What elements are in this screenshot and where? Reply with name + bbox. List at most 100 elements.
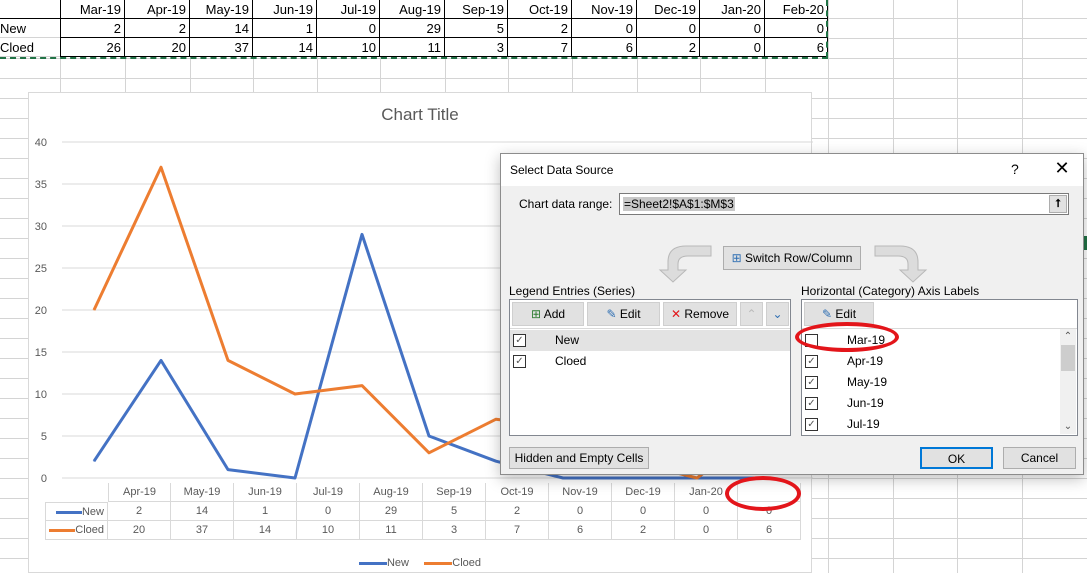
month-header-cell[interactable]: Jan-20 [700, 0, 765, 19]
table-value-cell: 0 [549, 502, 612, 521]
table-value-cell: 14 [234, 521, 297, 540]
cloed-value-cell[interactable]: 26 [60, 38, 125, 57]
data-point-new[interactable] [227, 469, 229, 471]
axis-labels-scrollbar[interactable]: ⌃ ⌄ [1060, 329, 1076, 434]
new-value-cell[interactable]: 0 [700, 19, 765, 38]
data-point-cloed[interactable] [93, 309, 95, 311]
cloed-value-cell[interactable]: 14 [253, 38, 317, 57]
month-header-cell[interactable]: Feb-20 [765, 0, 828, 19]
scroll-thumb[interactable] [1061, 345, 1075, 371]
scroll-up-icon[interactable]: ⌃ [1060, 331, 1076, 342]
cloed-value-cell[interactable]: 2 [637, 38, 700, 57]
axis-label-item[interactable]: ✓ May-19 [802, 372, 1059, 393]
new-value-cell[interactable]: 29 [380, 19, 445, 38]
axis-labels-listbox[interactable]: ✎ Edit Mar-19 ✓ Apr-19 ✓ May-19 ✓ Jun-19 ✓ Jul-1… [801, 299, 1078, 436]
data-point-cloed[interactable] [361, 385, 363, 387]
cloed-value-cell[interactable]: 20 [125, 38, 190, 57]
remove-series-button[interactable]: ✕ Remove [663, 302, 737, 326]
new-value-cell[interactable]: 0 [572, 19, 637, 38]
row-label-new[interactable]: New [0, 19, 60, 38]
table-series-label: Cloed [45, 521, 108, 540]
move-up-button[interactable]: ⌃ [740, 302, 763, 326]
axis-label-checkbox[interactable]: ✓ [805, 355, 818, 368]
new-value-cell[interactable]: 1 [253, 19, 317, 38]
cloed-value-cell[interactable]: 0 [700, 38, 765, 57]
edit-series-button[interactable]: ✎ Edit [587, 302, 660, 326]
row-label-cloed[interactable]: Cloed [0, 38, 60, 57]
cloed-value-cell[interactable]: 6 [765, 38, 828, 57]
month-header-cell[interactable]: Apr-19 [125, 0, 190, 19]
axis-label-checkbox[interactable]: ✓ [805, 397, 818, 410]
data-point-cloed[interactable] [428, 452, 430, 454]
axis-label-item[interactable]: ✓ Jul-19 [802, 414, 1059, 435]
series-list-item[interactable]: ✓ New [510, 330, 790, 351]
series-list-item[interactable]: ✓ Cloed [510, 351, 790, 372]
data-point-new[interactable] [160, 359, 162, 361]
month-header-cell[interactable]: Nov-19 [572, 0, 637, 19]
chart-legend[interactable]: New Cloed [29, 557, 811, 569]
cancel-button[interactable]: Cancel [1003, 447, 1076, 469]
legend-label-new: New [386, 557, 409, 569]
legend-label-cloed: Cloed [452, 557, 482, 569]
table-value-cell: 0 [297, 502, 360, 521]
new-value-cell[interactable]: 0 [765, 19, 828, 38]
month-header-cell[interactable]: Mar-19 [60, 0, 125, 19]
data-point-cloed[interactable] [227, 359, 229, 361]
month-header-cell[interactable]: Oct-19 [508, 0, 572, 19]
new-value-cell[interactable]: 5 [445, 19, 508, 38]
table-value-cell: 7 [486, 521, 549, 540]
data-point-cloed[interactable] [160, 166, 162, 168]
chart-data-range-input[interactable]: =Sheet2!$A$1:$M$3 ⭡ [619, 193, 1069, 215]
new-value-cell[interactable]: 2 [125, 19, 190, 38]
new-value-cell[interactable]: 0 [317, 19, 380, 38]
help-button[interactable]: ? [1011, 161, 1019, 177]
scroll-down-icon[interactable]: ⌄ [1060, 421, 1076, 432]
collapse-dialog-button[interactable]: ⭡ [1049, 195, 1067, 213]
add-icon: ⊞ [530, 307, 542, 321]
month-header-cell[interactable]: Sep-19 [445, 0, 508, 19]
table-value-cell: 2 [612, 521, 675, 540]
data-point-new[interactable] [361, 233, 363, 235]
new-value-cell[interactable]: 2 [508, 19, 572, 38]
hidden-empty-cells-button[interactable]: Hidden and Empty Cells [509, 447, 649, 469]
new-value-cell[interactable]: 2 [60, 19, 125, 38]
data-point-cloed[interactable] [495, 418, 497, 420]
series-listbox[interactable]: ⊞ Add ✎ Edit ✕ Remove ⌃ ⌄ ✓ New ✓ Cloed [509, 299, 791, 436]
ok-button[interactable]: OK [920, 447, 993, 469]
data-point-new[interactable] [428, 435, 430, 437]
data-point-new[interactable] [93, 460, 95, 462]
axis-label-item[interactable]: ✓ Jun-19 [802, 393, 1059, 414]
cloed-value-cell[interactable]: 37 [190, 38, 253, 57]
data-point-cloed[interactable] [294, 393, 296, 395]
axis-label-checkbox[interactable]: ✓ [805, 418, 818, 431]
data-point-cloed[interactable] [696, 477, 698, 479]
dialog-title: Select Data Source [510, 163, 614, 177]
add-series-button[interactable]: ⊞ Add [512, 302, 584, 326]
cloed-value-cell[interactable]: 7 [508, 38, 572, 57]
move-down-button[interactable]: ⌄ [766, 302, 789, 326]
data-point-new[interactable] [562, 477, 564, 479]
corner-cell[interactable] [0, 0, 60, 19]
data-point-new[interactable] [629, 477, 631, 479]
cloed-value-cell[interactable]: 11 [380, 38, 445, 57]
close-icon[interactable]: ✕ [1051, 158, 1073, 179]
switch-row-column-button[interactable]: ⊞ Switch Row/Column [723, 246, 861, 270]
series-checkbox[interactable]: ✓ [513, 355, 526, 368]
month-header-cell[interactable]: May-19 [190, 0, 253, 19]
series-checkbox[interactable]: ✓ [513, 334, 526, 347]
data-point-new[interactable] [495, 460, 497, 462]
cloed-value-cell[interactable]: 3 [445, 38, 508, 57]
month-header-cell[interactable]: Dec-19 [637, 0, 700, 19]
cloed-value-cell[interactable]: 6 [572, 38, 637, 57]
axis-label-item[interactable]: ✓ Apr-19 [802, 351, 1059, 372]
dialog-titlebar[interactable]: Select Data Source ? ✕ [501, 154, 1083, 186]
axis-label-checkbox[interactable]: ✓ [805, 376, 818, 389]
cloed-value-cell[interactable]: 10 [317, 38, 380, 57]
new-value-cell[interactable]: 0 [637, 19, 700, 38]
month-header-cell[interactable]: Jun-19 [253, 0, 317, 19]
data-point-new[interactable] [294, 477, 296, 479]
month-header-cell[interactable]: Aug-19 [380, 0, 445, 19]
new-value-cell[interactable]: 14 [190, 19, 253, 38]
month-header-cell[interactable]: Jul-19 [317, 0, 380, 19]
annotation-circle-missing-label [725, 476, 801, 511]
